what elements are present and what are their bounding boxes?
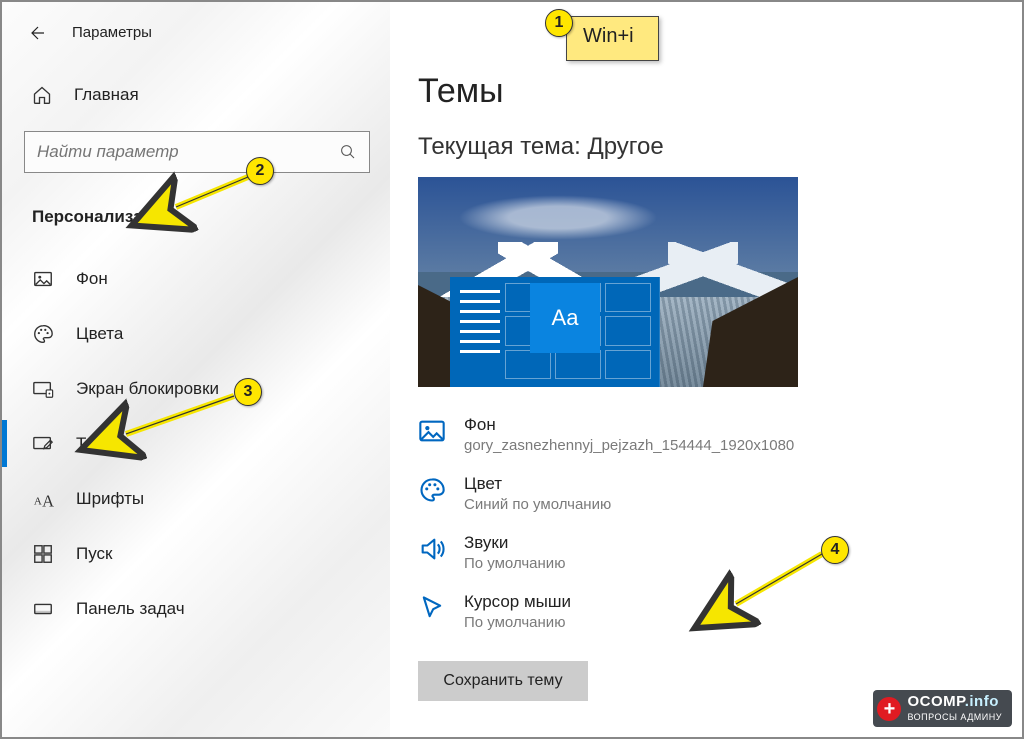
annotation-badge-2: 2 [246,157,274,185]
watermark-tld: .info [965,693,999,710]
annotation-arrow-4 [722,548,837,618]
prop-title: Курсор мыши [464,592,571,612]
tile-aa: Aa [530,283,600,353]
page-title: Темы [418,72,1002,111]
cursor-icon [418,594,446,622]
sidebar-item-home[interactable]: Главная [2,73,390,117]
annotation-arrow-3 [112,390,247,450]
nav-label: Цвета [76,324,123,344]
annotation-badge-1: 1 [545,9,573,37]
callout-text: Win+i [583,25,634,47]
nav-label: Шрифты [76,489,144,509]
back-arrow-icon [29,24,47,42]
theme-preview[interactable]: Aa [418,177,798,387]
save-theme-button[interactable]: Сохранить тему [418,661,588,701]
home-label: Главная [74,85,139,105]
current-theme-label: Текущая тема: Другое [418,133,1002,161]
sidebar-item-colors[interactable]: Цвета [2,306,390,361]
sidebar-item-taskbar[interactable]: Панель задач [2,581,390,636]
taskbar-icon [32,598,54,620]
prop-title: Цвет [464,474,611,494]
nav-label: Панель задач [76,599,185,619]
plus-icon: + [877,697,901,721]
palette-icon [32,323,54,345]
theme-prop-color[interactable]: Цвет Синий по умолчанию [418,474,1002,513]
annotation-callout: Win+i [566,16,659,61]
prop-sub: По умолчанию [464,614,571,631]
theme-prop-cursor[interactable]: Курсор мыши По умолчанию [418,592,1002,631]
sound-icon [418,535,446,563]
theme-prop-background[interactable]: Фон gory_zasnezhennyj_pejzazh_154444_192… [418,415,1002,454]
prop-title: Фон [464,415,794,435]
fonts-icon: AA [32,488,54,510]
nav-label: Фон [76,269,108,289]
watermark-site: OCOMP [907,693,964,710]
lockscreen-icon [32,378,54,400]
prop-sub: gory_zasnezhennyj_pejzazh_154444_1920x10… [464,437,794,454]
palette-icon [418,476,446,504]
search-icon [339,143,357,161]
picture-icon [418,417,446,445]
start-icon [32,543,54,565]
app-title: Параметры [72,24,152,41]
search-input[interactable] [37,142,339,162]
nav-label: Пуск [76,544,112,564]
sidebar: Параметры Главная Персонализация Фон Цве… [2,2,390,737]
home-icon [32,85,52,105]
themes-icon [32,433,54,455]
sidebar-item-start[interactable]: Пуск [2,526,390,581]
svg-text:A: A [34,495,42,507]
back-button[interactable] [24,19,52,47]
window-header: Параметры [2,10,390,55]
theme-prop-sounds[interactable]: Звуки По умолчанию [418,533,1002,572]
sidebar-item-background[interactable]: Фон [2,251,390,306]
svg-text:A: A [42,491,54,510]
prop-sub: Синий по умолчанию [464,496,611,513]
start-preview: Aa [450,277,660,387]
picture-icon [32,268,54,290]
main-content: Темы Текущая тема: Другое Aa Фон gory_za… [390,2,1022,737]
prop-sub: По умолчанию [464,555,565,572]
watermark-tag: ВОПРОСЫ АДМИНУ [907,712,1002,722]
annotation-badge-4: 4 [821,536,849,564]
prop-title: Звуки [464,533,565,553]
sidebar-item-fonts[interactable]: AA Шрифты [2,471,390,526]
watermark: + OCOMP.info ВОПРОСЫ АДМИНУ [873,690,1012,727]
annotation-badge-3: 3 [234,378,262,406]
